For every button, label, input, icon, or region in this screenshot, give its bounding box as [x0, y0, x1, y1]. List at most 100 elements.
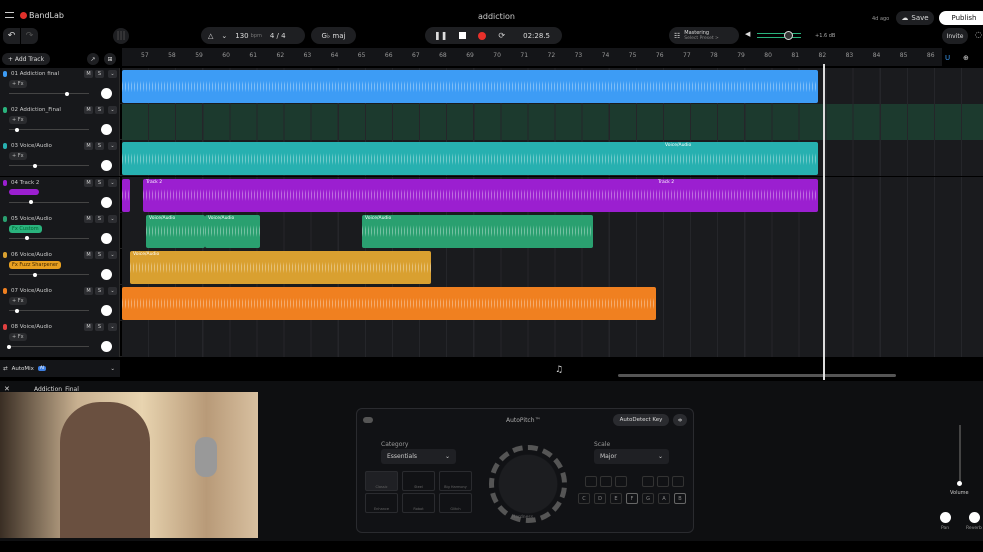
- add-track-button[interactable]: + Add Track: [2, 53, 50, 65]
- timeline-ruler[interactable]: 57 58 59 60 61 62 63 64 65 66 67 68 69 70 71 72 73 74 75 76…: [122, 48, 942, 66]
- track-name[interactable]: 01 Addiction final: [11, 71, 59, 77]
- notifications-icon[interactable]: ◌: [975, 30, 982, 39]
- fx-button[interactable]: + Fx: [9, 297, 27, 306]
- track-settings-icon[interactable]: ⊞: [104, 53, 116, 65]
- bandlab-logo[interactable]: BandLab: [20, 11, 64, 20]
- reverb-knob[interactable]: [969, 512, 980, 523]
- scale-note-button[interactable]: E: [610, 493, 622, 504]
- pan-knob[interactable]: [101, 160, 112, 172]
- scale-note-button[interactable]: D: [594, 493, 606, 504]
- pan-knob[interactable]: [101, 124, 112, 136]
- fx-button[interactable]: + Fx: [9, 152, 27, 161]
- track-volume-slider[interactable]: [7, 344, 89, 349]
- pan-knob[interactable]: [101, 232, 112, 244]
- tempo-value[interactable]: 130: [235, 32, 248, 40]
- slider-handle[interactable]: [15, 127, 19, 132]
- track-header[interactable]: 08 Voice/Audio M S ⌄ + Fx: [0, 321, 120, 358]
- chevron-down-icon[interactable]: ⌄: [108, 178, 117, 187]
- mute-button[interactable]: M: [84, 251, 93, 259]
- slider-handle[interactable]: [29, 200, 34, 205]
- volume-fader-handle[interactable]: [957, 481, 962, 486]
- track-volume-slider[interactable]: [9, 91, 89, 96]
- preset-button[interactable]: Classic: [365, 471, 398, 491]
- mute-button[interactable]: M: [84, 287, 93, 296]
- pan-knob[interactable]: [101, 196, 112, 208]
- fx-button[interactable]: + Fx: [9, 116, 27, 125]
- chevron-down-icon[interactable]: ⌄: [110, 366, 115, 372]
- track-name[interactable]: 07 Voice/Audio: [11, 288, 52, 294]
- track-name[interactable]: 05 Voice/Audio: [11, 216, 52, 222]
- audio-clip[interactable]: Voice/Audio: [130, 251, 431, 284]
- pan-knob[interactable]: [101, 269, 112, 280]
- track-name[interactable]: 06 Voice/Audio: [11, 252, 52, 258]
- audio-clip[interactable]: Track 2 Track 2: [143, 178, 818, 212]
- chevron-down-icon[interactable]: ⌄: [108, 214, 117, 223]
- track-lane[interactable]: Track 2 Track 2: [122, 176, 983, 213]
- chevron-down-icon[interactable]: ⌄: [108, 142, 117, 151]
- tempo-group[interactable]: △ ⌄ 130 bpm 4 / 4: [201, 27, 305, 44]
- scale-note-button[interactable]: G: [642, 493, 654, 504]
- track-volume-slider[interactable]: [9, 163, 89, 168]
- invite-button[interactable]: Invite: [942, 28, 968, 44]
- audio-clip[interactable]: Voice/Audio: [362, 214, 593, 248]
- preset-button[interactable]: Robot: [402, 493, 435, 513]
- speaker-icon[interactable]: ◀: [745, 30, 750, 38]
- pan-knob[interactable]: [101, 88, 112, 99]
- solo-button[interactable]: S: [95, 323, 104, 332]
- audio-clip[interactable]: [122, 287, 656, 321]
- save-button[interactable]: ☁ Save: [896, 11, 934, 25]
- chevron-down-icon[interactable]: ⌄: [108, 106, 117, 115]
- undo-button[interactable]: ↶: [3, 28, 20, 44]
- pause-button[interactable]: ❚❚: [434, 31, 447, 40]
- slider-handle[interactable]: [7, 344, 11, 349]
- audio-clip[interactable]: [122, 178, 130, 212]
- track-name[interactable]: 03 Voice/Audio: [11, 143, 52, 149]
- loop-button[interactable]: ⟳: [498, 31, 505, 40]
- fx-button[interactable]: Fx Custom: [9, 224, 42, 233]
- key-shift-button[interactable]: [642, 476, 654, 487]
- category-select[interactable]: Essentials ⌄: [381, 449, 456, 464]
- track-header[interactable]: 07 Voice/Audio M S ⌄ + Fx: [0, 285, 120, 322]
- audio-clip[interactable]: Voice/Audio: [205, 214, 260, 248]
- track-lane[interactable]: Voice/Audio: [122, 140, 983, 177]
- track-lane[interactable]: Voice/Audio Voice/Audio Voice/Audio: [122, 212, 983, 249]
- track-header[interactable]: 06 Voice/Audio M S ⌄ Fx Fuzz Sharpener: [0, 249, 120, 285]
- chevron-down-icon[interactable]: ⌄: [108, 323, 117, 332]
- stop-button[interactable]: [459, 32, 467, 39]
- track-header[interactable]: 04 Track 2 M S ⌄: [0, 176, 120, 213]
- mute-button[interactable]: M: [84, 214, 93, 223]
- mute-button[interactable]: M: [84, 178, 93, 187]
- track-name[interactable]: 08 Voice/Audio: [11, 324, 52, 330]
- preset-button[interactable]: Enhance: [365, 493, 398, 513]
- automation-icon[interactable]: ↗: [87, 53, 99, 65]
- snap-toggle-icon[interactable]: U: [945, 54, 950, 62]
- track-lane[interactable]: [122, 321, 983, 358]
- mute-button[interactable]: M: [84, 323, 93, 332]
- mute-button[interactable]: M: [84, 70, 93, 78]
- audio-clip[interactable]: [122, 70, 818, 103]
- power-toggle[interactable]: [363, 417, 373, 423]
- chevron-down-icon[interactable]: ⌄: [108, 70, 117, 78]
- settings-icon[interactable]: ≑: [673, 414, 687, 426]
- scale-note-button[interactable]: B: [674, 493, 686, 504]
- publish-button[interactable]: Publish: [939, 11, 983, 25]
- track-volume-slider[interactable]: [9, 236, 89, 241]
- project-title[interactable]: addiction: [478, 12, 515, 21]
- fx-button[interactable]: [9, 188, 39, 195]
- preset-button[interactable]: Big Harmony: [439, 471, 472, 491]
- track-volume-slider[interactable]: [9, 308, 89, 313]
- track-lane[interactable]: [122, 285, 983, 322]
- track-lane[interactable]: [122, 68, 983, 104]
- scale-select[interactable]: Major ⌄: [594, 449, 669, 464]
- key-shift-button[interactable]: [615, 476, 627, 487]
- fx-button[interactable]: + Fx: [9, 333, 27, 342]
- hardness-knob[interactable]: [489, 445, 567, 523]
- fx-button[interactable]: Fx Fuzz Sharpener: [9, 261, 62, 269]
- scale-note-button[interactable]: A: [658, 493, 670, 504]
- slider-handle[interactable]: [24, 236, 29, 241]
- track-volume-slider[interactable]: [9, 200, 89, 205]
- key-shift-button[interactable]: [585, 476, 597, 487]
- metronome-icon[interactable]: △: [208, 32, 213, 40]
- preset-button[interactable]: Glitch: [439, 493, 472, 513]
- track-header[interactable]: 02 Addiction_Final M S ⌄ + Fx: [0, 104, 120, 141]
